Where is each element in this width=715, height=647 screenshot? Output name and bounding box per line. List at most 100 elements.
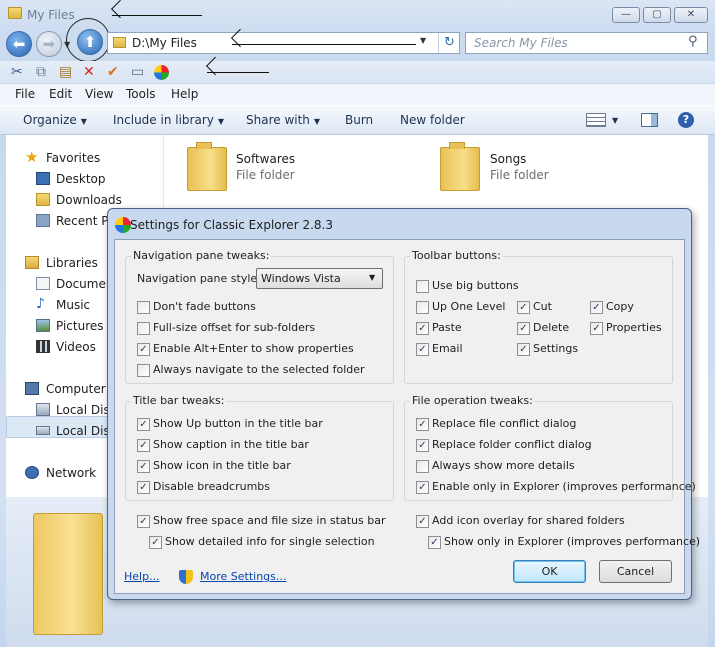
- checked-icon[interactable]: ✓: [416, 439, 429, 452]
- nav-style-select[interactable]: Windows Vista ▼: [256, 268, 383, 289]
- nav-desktop[interactable]: Desktop: [6, 169, 164, 189]
- option-label: Up One Level: [432, 300, 506, 313]
- group-title: Navigation pane tweaks:: [131, 249, 272, 262]
- checked-icon[interactable]: ✓: [416, 343, 429, 356]
- checked-icon[interactable]: ✓: [416, 322, 429, 335]
- file-name[interactable]: Songs: [490, 152, 526, 166]
- nav-favorites[interactable]: ★ Favorites: [6, 148, 164, 168]
- up-button[interactable]: ⬆: [77, 29, 103, 55]
- help-icon[interactable]: ?: [678, 112, 694, 128]
- checked-icon[interactable]: ✓: [137, 481, 150, 494]
- burn-button[interactable]: Burn: [345, 113, 373, 127]
- checked-icon[interactable]: ✓: [137, 460, 150, 473]
- delete-icon[interactable]: ✕: [83, 63, 95, 81]
- nav-label: Downloads: [56, 193, 122, 207]
- option-label: Show only in Explorer (improves performa…: [444, 535, 701, 548]
- address-bar[interactable]: D:\My Files ▼ ↻: [107, 32, 460, 54]
- command-bar: Organize ▼ Include in library ▼ Share with…: [0, 105, 715, 135]
- option-label: Replace file conflict dialog: [432, 417, 577, 430]
- downloads-icon: [36, 193, 50, 206]
- copy-icon[interactable]: ⧉: [36, 63, 46, 81]
- disk-icon: [36, 403, 50, 416]
- checked-icon[interactable]: ✓: [517, 322, 530, 335]
- address-dropdown-icon[interactable]: ▼: [420, 36, 426, 45]
- include-label: Include in library: [113, 113, 214, 127]
- menu-help[interactable]: Help: [171, 87, 198, 101]
- group-title: Toolbar buttons:: [410, 249, 503, 262]
- group-title: File operation tweaks:: [410, 394, 535, 407]
- star-icon: ★: [25, 148, 39, 166]
- refresh-icon[interactable]: ↻: [438, 33, 460, 53]
- checked-icon[interactable]: ✓: [416, 418, 429, 431]
- checked-icon[interactable]: ✓: [137, 439, 150, 452]
- share-with-button[interactable]: Share with ▼: [246, 113, 320, 127]
- checked-icon[interactable]: ✓: [137, 418, 150, 431]
- unchecked-icon[interactable]: [137, 322, 150, 335]
- checked-icon[interactable]: ✓: [416, 481, 429, 494]
- annotation-arrow: [112, 15, 202, 16]
- close-button[interactable]: ✕: [674, 7, 708, 23]
- network-icon: [25, 466, 39, 479]
- more-settings-link[interactable]: More Settings...: [200, 570, 286, 583]
- folder-icon[interactable]: [187, 142, 227, 191]
- menu-edit[interactable]: Edit: [49, 87, 72, 101]
- checked-icon[interactable]: ✓: [517, 301, 530, 314]
- properties-icon[interactable]: ▭: [131, 63, 144, 81]
- include-in-library-button[interactable]: Include in library ▼: [113, 113, 224, 127]
- search-icon[interactable]: ⚲: [688, 34, 698, 49]
- unchecked-icon[interactable]: [137, 301, 150, 314]
- address-text[interactable]: D:\My Files: [132, 36, 197, 50]
- checked-icon[interactable]: ✓: [149, 536, 162, 549]
- computer-icon: [25, 382, 39, 395]
- folder-icon[interactable]: [440, 142, 480, 191]
- menu-tools[interactable]: Tools: [126, 87, 156, 101]
- menu-view[interactable]: View: [85, 87, 113, 101]
- ok-button[interactable]: OK: [513, 560, 586, 583]
- view-dropdown-icon[interactable]: ▼: [612, 116, 618, 125]
- unchecked-icon[interactable]: [416, 460, 429, 473]
- preview-pane-icon[interactable]: [641, 113, 658, 127]
- back-button[interactable]: ⬅: [6, 31, 32, 57]
- cut-icon[interactable]: ✂: [11, 63, 23, 81]
- option-label: Show caption in the title bar: [153, 438, 309, 451]
- option-label: Delete: [533, 321, 570, 334]
- nav-label: Desktop: [56, 172, 106, 186]
- file-type: File folder: [490, 168, 549, 182]
- nav-label: Pictures: [56, 319, 104, 333]
- option-label: Enable Alt+Enter to show properties: [153, 342, 354, 355]
- help-link[interactable]: Help...: [124, 570, 160, 583]
- dialog-title: Settings for Classic Explorer 2.8.3: [130, 218, 333, 232]
- checked-icon[interactable]: ✓: [428, 536, 441, 549]
- checked-icon[interactable]: ✓: [137, 515, 150, 528]
- cancel-button[interactable]: Cancel: [599, 560, 672, 583]
- view-options-icon[interactable]: [586, 113, 606, 127]
- check-icon[interactable]: ✔: [107, 63, 119, 81]
- search-input[interactable]: Search My Files ⚲: [465, 32, 708, 54]
- checked-icon[interactable]: ✓: [517, 343, 530, 356]
- file-name[interactable]: Softwares: [236, 152, 295, 166]
- option-label: Disable breadcrumbs: [153, 480, 271, 493]
- nav-style-value: Windows Vista: [261, 272, 341, 285]
- nav-downloads[interactable]: Downloads: [6, 190, 164, 210]
- recent-places-icon: [36, 214, 50, 227]
- checked-icon[interactable]: ✓: [590, 322, 603, 335]
- maximize-button[interactable]: ▢: [643, 7, 671, 23]
- checked-icon[interactable]: ✓: [590, 301, 603, 314]
- unchecked-icon[interactable]: [137, 364, 150, 377]
- toolbar-group: [404, 256, 673, 384]
- menu-file[interactable]: File: [15, 87, 35, 101]
- nav-style-label: Navigation pane style:: [137, 272, 261, 285]
- organize-button[interactable]: Organize ▼: [23, 113, 87, 127]
- checked-icon[interactable]: ✓: [416, 515, 429, 528]
- option-label: Cut: [533, 300, 552, 313]
- minimize-button[interactable]: —: [612, 7, 640, 23]
- unchecked-icon[interactable]: [416, 301, 429, 314]
- option-label: Show detailed info for single selection: [165, 535, 375, 548]
- unchecked-icon[interactable]: [416, 280, 429, 293]
- paste-icon[interactable]: ▤: [59, 63, 72, 81]
- checked-icon[interactable]: ✓: [137, 343, 150, 356]
- option-label: Copy: [606, 300, 634, 313]
- forward-button[interactable]: ➡: [36, 31, 62, 57]
- settings-icon[interactable]: [154, 65, 169, 80]
- new-folder-button[interactable]: New folder: [400, 113, 465, 127]
